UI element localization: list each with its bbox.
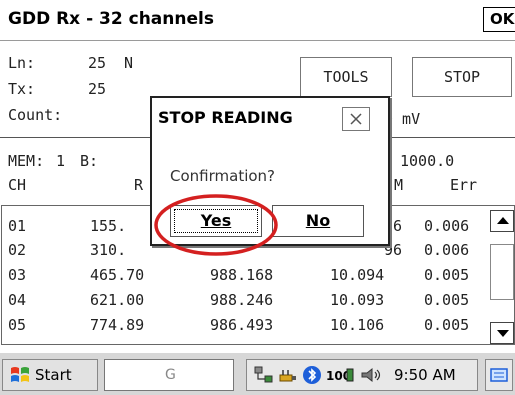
table-row-v: 986.493 (210, 316, 274, 334)
scroll-down-button[interactable] (490, 322, 514, 344)
arrow-down-icon (497, 330, 509, 337)
table-row-err: 0.005 (424, 291, 470, 309)
title-bar: GDD Rx - 32 channels OK (0, 0, 515, 41)
table-row-r: 310. (90, 241, 127, 259)
scroll-thumb[interactable] (490, 244, 514, 300)
windows-logo-icon (11, 367, 29, 382)
power-plug-icon[interactable] (277, 365, 299, 385)
column-header-r: R (134, 176, 144, 194)
column-header-ch: CH (8, 176, 27, 194)
tx-label: Tx: (8, 80, 36, 98)
ok-button[interactable]: OK (483, 7, 515, 32)
b-label: B: (80, 152, 99, 170)
start-label: Start (35, 366, 72, 384)
table-row-m: 10.094 (330, 266, 385, 284)
table-row-ch: 03 (8, 266, 27, 284)
taskbar-app-label: G (165, 367, 176, 383)
table-row-err: 0.006 (424, 217, 470, 235)
network-icon[interactable] (253, 365, 275, 385)
table-row-ch: 02 (8, 241, 27, 259)
table-row-r: 465.70 (90, 266, 145, 284)
keyboard-icon (490, 368, 508, 382)
table-row-m: 10.106 (330, 316, 385, 334)
start-button[interactable]: Start (2, 359, 98, 391)
bluetooth-icon[interactable] (301, 365, 323, 385)
tx-value: 25 (88, 80, 107, 98)
line-direction: N (124, 54, 134, 72)
dialog-message: Confirmation? (170, 167, 276, 185)
line-value: 25 (88, 54, 107, 72)
battery-full-icon[interactable]: 100 (325, 365, 355, 385)
yes-button[interactable]: Yes (170, 205, 262, 237)
system-tray: 100 9:50 AM (246, 359, 478, 391)
no-button-label: No (305, 211, 331, 230)
dialog-title-bar: STOP READING (152, 98, 388, 138)
taskbar-app-item[interactable]: G (104, 359, 234, 391)
scroll-up-button[interactable] (490, 210, 514, 232)
stop-reading-dialog: STOP READING Confirmation? Yes No (150, 96, 390, 246)
tools-button[interactable]: TOOLS (300, 57, 392, 97)
table-row-v: 988.168 (210, 266, 274, 284)
table-scrollbar[interactable] (490, 210, 514, 344)
dialog-close-button[interactable] (342, 107, 370, 131)
taskbar: Start G 100 9:50 AM (0, 352, 515, 395)
table-row-r: 621.00 (90, 291, 145, 309)
column-header-err: Err (450, 176, 478, 194)
clock[interactable]: 9:50 AM (394, 366, 456, 384)
pocket-pc-screen: GDD Rx - 32 channels OK Ln: 25 N Tx: 25 … (0, 0, 515, 395)
mem-label: MEM: (8, 152, 45, 170)
count-label: Count: (8, 106, 63, 124)
table-row-err: 0.005 (424, 316, 470, 334)
column-header-m: M (394, 176, 404, 194)
table-row-err: 0.005 (424, 266, 470, 284)
close-icon (350, 113, 362, 125)
arrow-up-icon (497, 217, 509, 224)
line-label: Ln: (8, 54, 36, 72)
table-row-m: 10.093 (330, 291, 385, 309)
table-row-ch: 05 (8, 316, 27, 334)
table-row-ch: 04 (8, 291, 27, 309)
input-panel-button[interactable] (485, 359, 513, 391)
table-row-v: 988.246 (210, 291, 274, 309)
table-row-ch: 01 (8, 217, 27, 235)
no-button[interactable]: No (272, 205, 364, 237)
table-row-r: 774.89 (90, 316, 145, 334)
stop-button[interactable]: STOP (412, 57, 512, 97)
focus-ring (174, 209, 258, 233)
window-title: GDD Rx - 32 channels (8, 9, 214, 29)
reference-value: 1000.0 (400, 152, 455, 170)
table-row-r: 155. (90, 217, 127, 235)
mem-value: 1 (56, 152, 66, 170)
volume-icon[interactable] (359, 365, 385, 385)
dialog-title: STOP READING (158, 108, 293, 127)
table-row-err: 0.006 (424, 241, 470, 259)
